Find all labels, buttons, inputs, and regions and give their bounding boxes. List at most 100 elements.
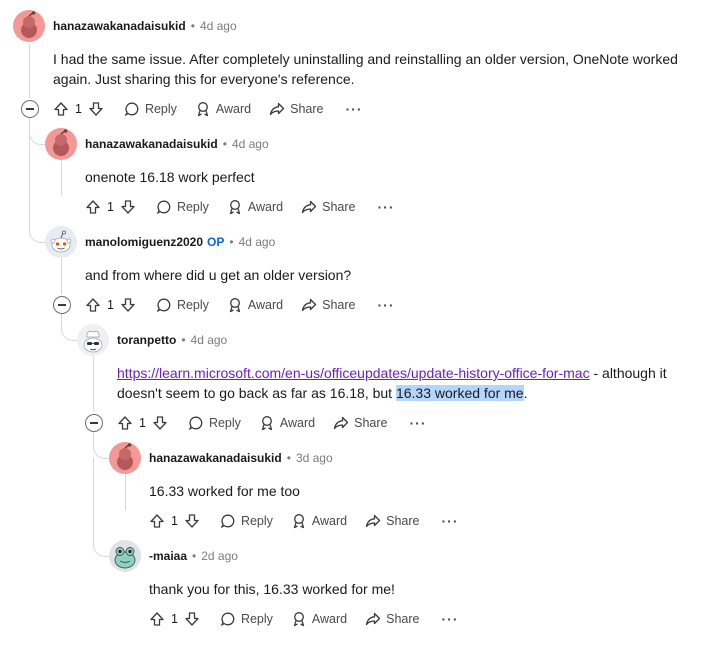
- frog-avatar-icon[interactable]: [109, 540, 141, 572]
- award-button[interactable]: Award: [227, 199, 283, 215]
- more-options-icon[interactable]: ···: [410, 415, 427, 431]
- more-options-icon[interactable]: ···: [442, 611, 459, 627]
- comment-author[interactable]: hanazawakanadaisukid: [85, 137, 218, 151]
- comment-body: https://learn.microsoft.com/en-us/office…: [117, 363, 722, 403]
- collapse-thread-button[interactable]: [21, 100, 39, 118]
- comment-body-line: I had the same issue. After completely u…: [53, 51, 678, 67]
- more-options-icon[interactable]: ···: [378, 297, 395, 313]
- downvote-icon[interactable]: [152, 415, 168, 431]
- external-link[interactable]: https://learn.microsoft.com/en-us/office…: [117, 365, 590, 381]
- upvote-icon[interactable]: [53, 101, 69, 117]
- comment-meta: hanazawakanadaisukid • 4d ago: [85, 137, 269, 151]
- vote-controls: 1: [117, 415, 168, 431]
- share-label: Share: [354, 416, 388, 430]
- award-button[interactable]: Award: [291, 611, 347, 627]
- comment-author[interactable]: manolomiguenz2020: [85, 235, 203, 249]
- share-button[interactable]: Share: [301, 297, 356, 313]
- award-button[interactable]: Award: [259, 415, 315, 431]
- reply-bubble-icon: [156, 298, 171, 313]
- share-arrow-icon: [333, 416, 349, 430]
- comment-body: 16.33 worked for me too: [149, 483, 300, 499]
- upvote-icon[interactable]: [149, 611, 165, 627]
- comment-text: doesn't seem to go back as far as 16.18,…: [117, 385, 396, 401]
- share-button[interactable]: Share: [365, 513, 420, 529]
- upvote-icon[interactable]: [85, 199, 101, 215]
- reply-label: Reply: [144, 102, 177, 116]
- share-label: Share: [322, 298, 356, 312]
- collapse-thread-button[interactable]: [85, 414, 103, 432]
- reply-button[interactable]: Reply: [220, 513, 273, 529]
- pink-snoo-avatar-icon[interactable]: [13, 10, 45, 42]
- share-arrow-icon: [301, 298, 317, 312]
- thread-line[interactable]: [93, 356, 94, 412]
- comment-text: - although it: [589, 365, 667, 381]
- comment-author[interactable]: toranpetto: [117, 333, 176, 347]
- thread-line[interactable]: [93, 458, 94, 544]
- award-icon: [261, 416, 273, 431]
- selected-text-highlight: 16.33 worked for me: [395, 385, 524, 401]
- award-label: Award: [311, 514, 348, 528]
- comment-meta: manolomiguenz2020 OP • 4d ago: [85, 235, 276, 249]
- thread-line[interactable]: [61, 314, 62, 328]
- share-button[interactable]: Share: [365, 611, 420, 627]
- reply-button[interactable]: Reply: [124, 101, 177, 117]
- downvote-icon[interactable]: [184, 513, 200, 529]
- reply-button[interactable]: Reply: [156, 297, 209, 313]
- thread-line[interactable]: [29, 44, 30, 98]
- upvote-icon[interactable]: [117, 415, 133, 431]
- comment-author[interactable]: -maiaa: [149, 549, 187, 563]
- reply-button[interactable]: Reply: [188, 415, 241, 431]
- comment-actions: 1 Reply Award Share ···: [85, 294, 395, 316]
- downvote-icon[interactable]: [120, 297, 136, 313]
- award-button[interactable]: Award: [195, 101, 251, 117]
- pink-snoo-avatar-icon[interactable]: [109, 442, 141, 474]
- more-options-icon[interactable]: ···: [442, 513, 459, 529]
- share-arrow-icon: [301, 200, 317, 214]
- comment-meta: hanazawakanadaisukid • 3d ago: [149, 451, 333, 465]
- award-button[interactable]: Award: [291, 513, 347, 529]
- comment-time[interactable]: 2d ago: [201, 549, 238, 563]
- more-options-icon[interactable]: ···: [346, 101, 363, 117]
- collapse-thread-button[interactable]: [53, 296, 71, 314]
- thread-line[interactable]: [93, 432, 94, 446]
- comment-time[interactable]: 4d ago: [200, 19, 237, 33]
- award-icon: [229, 298, 241, 313]
- upvote-icon[interactable]: [149, 513, 165, 529]
- comment-time[interactable]: 4d ago: [239, 235, 276, 249]
- share-button[interactable]: Share: [301, 199, 356, 215]
- pink-snoo-avatar-icon[interactable]: [45, 128, 77, 160]
- downvote-icon[interactable]: [88, 101, 104, 117]
- default-snoo-avatar-icon[interactable]: [45, 226, 77, 258]
- downvote-icon[interactable]: [184, 611, 200, 627]
- share-label: Share: [322, 200, 356, 214]
- share-arrow-icon: [365, 612, 381, 626]
- share-button[interactable]: Share: [269, 101, 324, 117]
- vote-count: 1: [107, 298, 114, 312]
- upvote-icon[interactable]: [85, 297, 101, 313]
- comment-author[interactable]: hanazawakanadaisukid: [53, 19, 186, 33]
- thread-line[interactable]: [61, 160, 62, 196]
- downvote-icon[interactable]: [120, 199, 136, 215]
- comment-time[interactable]: 4d ago: [232, 137, 269, 151]
- reply-button[interactable]: Reply: [220, 611, 273, 627]
- award-button[interactable]: Award: [227, 297, 283, 313]
- comment-body: I had the same issue. After completely u…: [53, 49, 723, 89]
- reply-bubble-icon: [188, 416, 203, 431]
- vote-count: 1: [139, 416, 146, 430]
- share-label: Share: [290, 102, 324, 116]
- reply-button[interactable]: Reply: [156, 199, 209, 215]
- more-options-icon[interactable]: ···: [378, 199, 395, 215]
- thread-line[interactable]: [61, 258, 62, 294]
- chef-snoo-avatar-icon[interactable]: [77, 324, 109, 356]
- comment-body-line: doesn't seem to go back as far as 16.18,…: [117, 383, 722, 403]
- share-button[interactable]: Share: [333, 415, 388, 431]
- reply-bubble-icon: [124, 102, 139, 117]
- vote-controls: 1: [85, 199, 136, 215]
- thread-line[interactable]: [125, 474, 126, 510]
- comment-body: thank you for this, 16.33 worked for me!: [149, 581, 395, 597]
- comment-time[interactable]: 3d ago: [296, 451, 333, 465]
- comment-author[interactable]: hanazawakanadaisukid: [149, 451, 282, 465]
- comment-time[interactable]: 4d ago: [191, 333, 228, 347]
- comment-actions: 1 Reply Award Share ···: [85, 196, 395, 218]
- reply-label: Reply: [240, 612, 273, 626]
